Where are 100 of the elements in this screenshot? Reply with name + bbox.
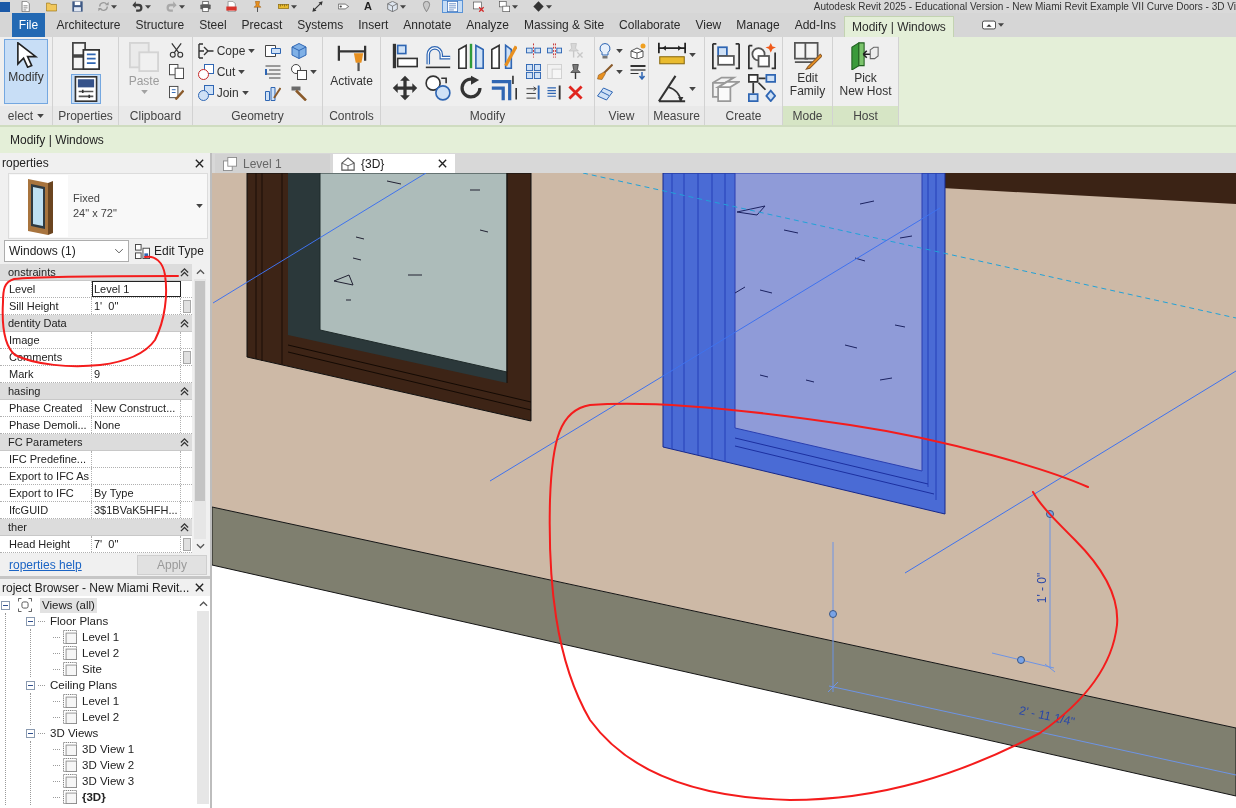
switch-windows-icon: [498, 1, 510, 12]
copy-element-button[interactable]: [422, 72, 453, 103]
unpin-icon: [568, 43, 583, 58]
document-tab[interactable]: {3D}: [333, 154, 455, 173]
group-header[interactable]: ther: [0, 519, 192, 536]
witness-line: [991, 652, 1055, 669]
panel-menu-button[interactable]: elect: [7, 108, 45, 123]
pick-new-host-button[interactable]: Pick New Host: [835, 39, 896, 104]
parameter-value-field[interactable]: 7' 0": [92, 536, 181, 552]
close-icon[interactable]: [195, 583, 204, 592]
document-tab[interactable]: Level 1: [215, 154, 330, 173]
scroll-up-icon[interactable]: [198, 601, 208, 607]
cut-geometry-button[interactable]: Cut: [195, 61, 258, 82]
minus-box-icon[interactable]: [26, 680, 35, 690]
tree-item[interactable]: 3D View 3: [80, 773, 137, 789]
edit-type-button[interactable]: Edit Type: [132, 240, 208, 262]
group-header[interactable]: FC Parameters: [0, 434, 192, 451]
tree-item[interactable]: 3D Views: [48, 725, 101, 741]
tree-item[interactable]: Ceiling Plans: [48, 677, 120, 693]
edit-family-button[interactable]: Edit Family: [785, 39, 830, 104]
join-geometry-button[interactable]: Join: [195, 82, 258, 103]
help-link[interactable]: roperties help: [9, 557, 82, 572]
tree-item[interactable]: Floor Plans: [48, 613, 111, 629]
activate-button[interactable]: Activate: [326, 39, 377, 104]
grip-handle[interactable]: [1017, 656, 1025, 664]
rotate-icon: [457, 74, 484, 101]
grip-handle[interactable]: [1046, 510, 1054, 518]
angle-button[interactable]: [655, 72, 698, 105]
text-button[interactable]: A: [359, 0, 377, 13]
tree-item[interactable]: Views (all): [40, 597, 97, 613]
tree-item[interactable]: Level 2: [80, 645, 122, 661]
ribbon-tab[interactable]: Structure: [128, 13, 192, 37]
thin-lines-button[interactable]: [441, 0, 463, 13]
file-menu-tab[interactable]: File: [12, 13, 45, 37]
tree-item[interactable]: 3D View 1: [80, 741, 137, 757]
ribbon-tab[interactable]: Architecture: [49, 13, 129, 37]
array-button[interactable]: [524, 62, 543, 81]
parameter-value-field[interactable]: 1' 0": [92, 298, 181, 314]
parameter-value-field[interactable]: Level 1: [92, 281, 181, 297]
minus-box-icon[interactable]: [26, 728, 35, 738]
scrollbar-track[interactable]: [194, 279, 206, 539]
tree-item[interactable]: Level 1: [80, 629, 122, 645]
parameter-value-field[interactable]: New Construct...: [92, 400, 181, 416]
ribbon-tab[interactable]: Analyze: [458, 13, 517, 37]
tag-icon: [338, 1, 349, 12]
split-gap-button[interactable]: [545, 41, 564, 60]
scroll-up-icon[interactable]: [195, 269, 205, 275]
group-header[interactable]: dentity Data: [0, 315, 192, 332]
parameter-value-field[interactable]: 9: [92, 366, 181, 382]
extend-button[interactable]: [524, 83, 543, 102]
ribbon-tab[interactable]: Annotate: [395, 13, 459, 37]
paintbrush-button[interactable]: [595, 61, 625, 82]
type-properties-button[interactable]: [69, 39, 102, 72]
copy-button[interactable]: [167, 62, 187, 81]
ribbon-tab[interactable]: Massing & Site: [516, 13, 612, 37]
close-icon[interactable]: [195, 158, 204, 168]
tree-item[interactable]: Level 1: [80, 693, 122, 709]
parameter-value-field[interactable]: By Type: [92, 485, 181, 501]
view-icon: [63, 694, 77, 708]
modify-button[interactable]: Modify: [4, 39, 48, 104]
grip-handle[interactable]: [829, 610, 837, 618]
ribbon-tab[interactable]: Add-Ins: [787, 13, 844, 37]
group-header[interactable]: hasing: [0, 383, 192, 400]
palette-title: roperties: [2, 156, 49, 170]
delete-button[interactable]: [566, 83, 585, 102]
chevron-down-icon: [114, 246, 124, 256]
match-type-button[interactable]: [167, 83, 187, 102]
minus-box-icon[interactable]: [26, 616, 35, 626]
tree-item[interactable]: {3D}: [80, 789, 108, 805]
box-icon: [291, 42, 308, 59]
scrollbar-thumb[interactable]: [195, 281, 205, 501]
tree-item[interactable]: Level 2: [80, 709, 122, 725]
app-icon[interactable]: [0, 0, 10, 13]
context-label: Modify | Windows: [10, 133, 104, 147]
extend-lines-button[interactable]: [545, 83, 564, 102]
ribbon-tab[interactable]: Collaborate: [611, 13, 688, 37]
ribbon-tab[interactable]: View: [687, 13, 729, 37]
ribbon-tab[interactable]: Steel: [191, 13, 235, 37]
type-selector[interactable]: Fixed 24" x 72": [8, 173, 208, 239]
parameter-value-field[interactable]: None: [92, 417, 181, 433]
ribbon-tab[interactable]: Precast: [234, 13, 290, 37]
circles-icon: [424, 74, 451, 101]
close-icon[interactable]: [438, 159, 447, 168]
properties-button[interactable]: [70, 73, 101, 104]
ribbon-tab[interactable]: Manage: [728, 13, 788, 37]
parameter-name: IFC Predefine...: [0, 451, 92, 467]
tree-item[interactable]: 3D View 2: [80, 757, 137, 773]
cut-shapes-icon: [197, 63, 214, 80]
scroll-down-icon[interactable]: [195, 543, 205, 549]
flowchart-button[interactable]: [745, 71, 778, 104]
cope-button[interactable]: Cope: [195, 40, 258, 61]
tree-item[interactable]: Site: [80, 661, 104, 677]
ribbon-tab[interactable]: Insert: [350, 13, 396, 37]
ribbon-tab[interactable]: Modify | Windows: [843, 16, 955, 37]
join-shapes-icon: [197, 84, 214, 101]
element-filter-dropdown[interactable]: Windows (1): [4, 240, 129, 262]
split-button[interactable]: [524, 41, 543, 60]
minus-box-icon[interactable]: [1, 600, 10, 610]
parameter-value-field[interactable]: 3$1BVaK5HFH...: [92, 502, 181, 518]
ribbon-tab[interactable]: Systems: [289, 13, 351, 37]
